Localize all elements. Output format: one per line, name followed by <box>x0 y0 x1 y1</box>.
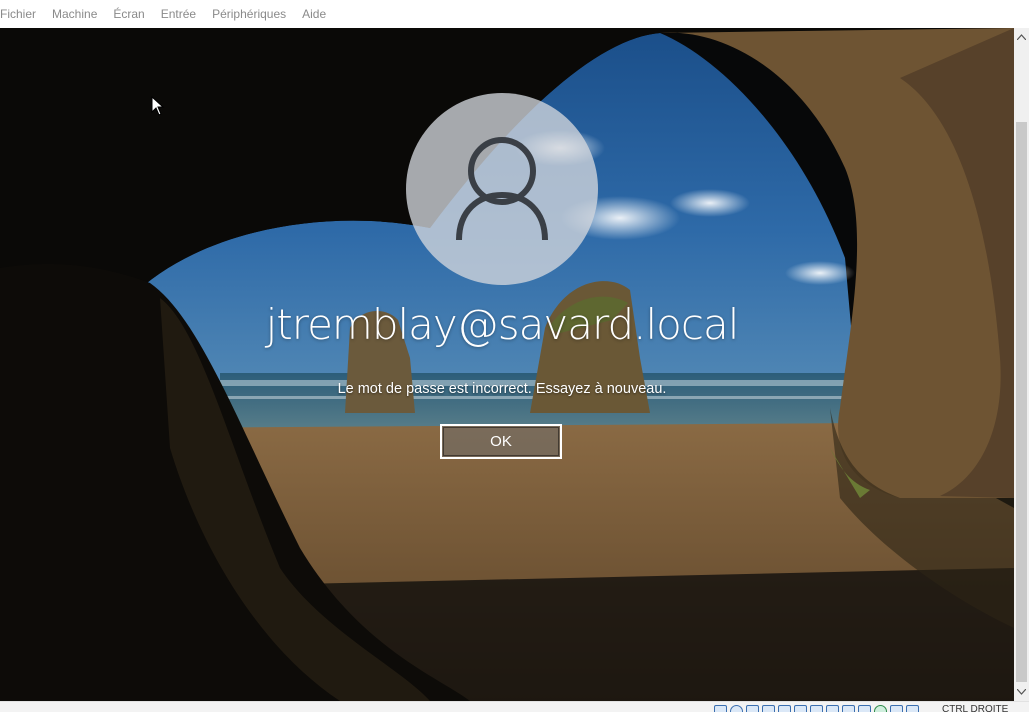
mouse-pointer-icon <box>151 96 165 116</box>
menu-aide[interactable]: Aide <box>294 0 334 28</box>
user-silhouette-icon <box>456 137 548 241</box>
scroll-up-icon[interactable] <box>1014 28 1029 46</box>
ok-button[interactable]: OK <box>440 424 562 459</box>
menu-entree[interactable]: Entrée <box>153 0 204 28</box>
scroll-down-icon[interactable] <box>1014 683 1029 701</box>
password-error-message: Le mot de passe est incorrect. Essayez à… <box>337 381 667 397</box>
scroll-thumb[interactable] <box>1016 122 1027 682</box>
menu-machine[interactable]: Machine <box>44 0 105 28</box>
menu-fichier[interactable]: Fichier <box>0 0 44 28</box>
user-avatar <box>406 93 598 285</box>
vm-status-bar: CTRL DROITE <box>0 701 1029 712</box>
username-label: jtremblay@savard.local <box>265 300 740 349</box>
vm-menu-bar: Fichier Machine Écran Entrée Périphériqu… <box>0 0 1029 28</box>
menu-peripheriques[interactable]: Périphériques <box>204 0 294 28</box>
menu-ecran[interactable]: Écran <box>105 0 152 28</box>
vertical-scrollbar[interactable] <box>1014 28 1029 701</box>
login-panel: jtremblay@savard.local Le mot de passe e… <box>0 28 1014 701</box>
vm-display[interactable]: jtremblay@savard.local Le mot de passe e… <box>0 28 1014 701</box>
